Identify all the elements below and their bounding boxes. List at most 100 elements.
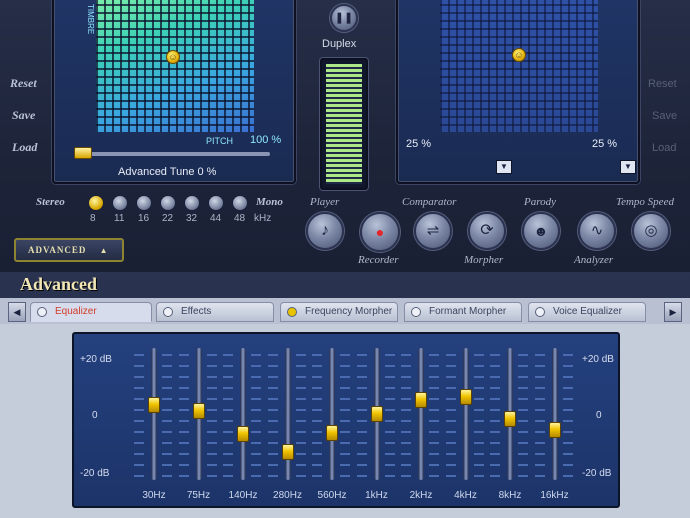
load-button[interactable]: Load (12, 140, 37, 155)
advanced-toggle-button[interactable]: ADVANCED ▲ (14, 238, 124, 262)
eq-tick (490, 409, 500, 411)
eq-slider-thumb[interactable] (326, 424, 338, 441)
eq-tick (295, 354, 306, 356)
tab-frequency-morpher[interactable]: Frequency Morpher (280, 302, 398, 322)
morpher-icon[interactable]: ⟳ (468, 212, 506, 250)
pitch-timbre-grid[interactable] (96, 0, 254, 132)
eq-tick (340, 453, 350, 455)
sample-rate-option[interactable] (88, 195, 104, 211)
analyzer-icon[interactable]: ∿ (578, 212, 616, 250)
eq-tick (518, 420, 528, 422)
eq-slider-thumb[interactable] (192, 402, 205, 419)
eq-tick (518, 464, 528, 466)
eq-slider-track[interactable] (551, 348, 558, 480)
right-save-button[interactable]: Save (652, 110, 677, 122)
morph-down-arrow-icon[interactable]: ▼ (496, 160, 512, 174)
eq-slider-thumb[interactable] (370, 406, 383, 422)
comparator-icon[interactable]: ⇌ (414, 212, 452, 250)
tab-formant-morpher[interactable]: Formant Morpher (404, 302, 522, 322)
mono-label[interactable]: Mono (256, 196, 283, 208)
eq-tick (295, 398, 306, 400)
eq-slider-track[interactable] (329, 348, 335, 480)
eq-slider-thumb[interactable] (415, 392, 427, 409)
sample-rate-option[interactable] (112, 195, 128, 211)
eq-tick (445, 376, 456, 378)
tab-voice-equalizer[interactable]: Voice Equalizer (528, 302, 646, 322)
tab-equalizer[interactable]: Equalizer (30, 302, 152, 322)
eq-slider-thumb[interactable] (548, 422, 561, 439)
morph-knob[interactable]: ☺ (512, 48, 526, 62)
eq-band-label: 4kHz (454, 490, 477, 501)
tab-radio-icon (287, 307, 297, 317)
sample-rate-option[interactable] (160, 195, 176, 211)
tab-scroll-right-icon[interactable]: ▶ (664, 302, 682, 322)
eq-tick (473, 475, 484, 477)
eq-tick (401, 376, 411, 378)
eq-tick (295, 475, 306, 477)
eq-tick (267, 409, 278, 411)
eq-tick (134, 442, 144, 444)
record-icon[interactable]: ● (360, 212, 400, 252)
eq-tick (384, 376, 395, 378)
eq-tick (340, 475, 350, 477)
advanced-tune-track[interactable] (74, 152, 270, 156)
eq-tick (534, 442, 545, 444)
eq-tick (223, 420, 233, 422)
eq-tick (562, 398, 573, 400)
eq-tick (267, 442, 278, 444)
parody-icon[interactable]: ☻ (522, 212, 560, 250)
eq-tick (267, 464, 278, 466)
pause-icon[interactable]: ❚❚ (330, 4, 358, 32)
sample-rate-option[interactable] (232, 195, 248, 211)
eq-slider-track[interactable] (151, 348, 157, 480)
sample-rate-option[interactable] (208, 195, 224, 211)
morph-right-down-arrow-icon[interactable]: ▼ (620, 160, 636, 174)
eq-slider-track[interactable] (462, 348, 469, 480)
eq-tick (445, 453, 456, 455)
eq-tick (206, 376, 217, 378)
morph-pad[interactable]: ☺ 25 % 25 % ▼ ▼ (396, 0, 640, 184)
eq-tick (356, 387, 367, 389)
eq-slider-track[interactable] (284, 348, 291, 480)
reset-button[interactable]: Reset (10, 76, 37, 91)
eq-slider-thumb[interactable] (237, 425, 249, 442)
stereo-label[interactable]: Stereo (36, 196, 65, 208)
right-load-button[interactable]: Load (652, 142, 676, 154)
pitch-timbre-pad[interactable]: TIMBRE ☺ PITCH 100 % Advanced Tune 0 % (52, 0, 296, 184)
eq-tick (384, 420, 395, 422)
eq-tick (445, 409, 456, 411)
tab-effects[interactable]: Effects (156, 302, 274, 322)
eq-tick (490, 442, 500, 444)
eq-tick (134, 387, 144, 389)
eq-slider-thumb[interactable] (148, 396, 160, 413)
eq-tick (267, 354, 278, 356)
advanced-tune-thumb[interactable] (74, 147, 92, 159)
eq-tick (312, 475, 322, 477)
eq-tick (490, 365, 500, 367)
eq-tick (473, 431, 484, 433)
eq-tick (178, 464, 189, 466)
pitch-timbre-knob[interactable]: ☺ (166, 50, 180, 64)
pitch-label: PITCH (206, 136, 233, 146)
sample-rate-label: 32 (186, 213, 198, 224)
eq-tick (134, 365, 144, 367)
player-icon[interactable]: ♪ (306, 212, 344, 250)
eq-tick (340, 365, 350, 367)
right-reset-button[interactable]: Reset (648, 78, 677, 90)
eq-tick (267, 420, 278, 422)
eq-tick (340, 376, 350, 378)
eq-tick (178, 475, 189, 477)
eq-slider-thumb[interactable] (459, 388, 472, 405)
eq-slider-track[interactable] (240, 348, 246, 480)
tab-scroll-left-icon[interactable]: ◀ (8, 302, 26, 322)
morph-grid[interactable] (440, 0, 598, 132)
sample-rate-option[interactable] (184, 195, 200, 211)
eq-slider-thumb[interactable] (504, 410, 516, 427)
sample-rate-option[interactable] (136, 195, 152, 211)
eq-slider-thumb[interactable] (281, 444, 294, 461)
eq-slider-track[interactable] (418, 348, 424, 480)
save-button[interactable]: Save (12, 108, 35, 123)
tab-radio-icon (37, 307, 47, 317)
eq-tick (518, 376, 528, 378)
tempo-icon[interactable]: ◎ (632, 212, 670, 250)
